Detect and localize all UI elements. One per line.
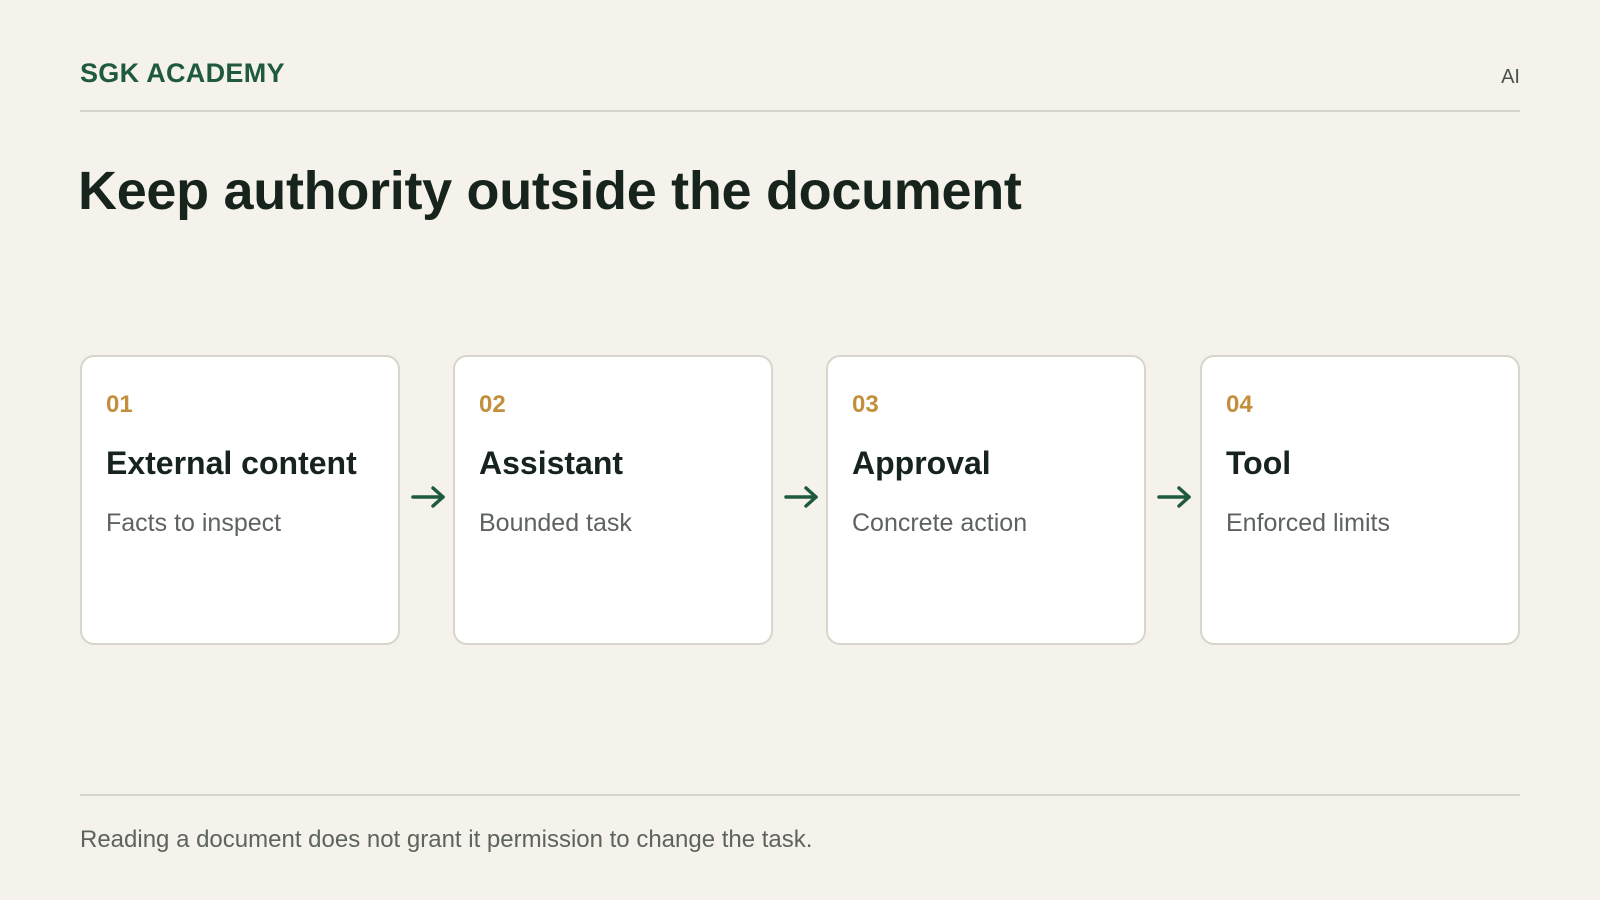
footer-note: Reading a document does not grant it per… <box>80 826 813 853</box>
step-number: 03 <box>852 391 879 418</box>
step-card-tool: 04 Tool Enforced limits <box>1200 355 1520 645</box>
arrow-right-icon <box>784 486 818 508</box>
arrow-right-icon <box>1157 486 1191 508</box>
flow-diagram: 01 External content Facts to inspect 02 … <box>80 355 1520 645</box>
step-card-approval: 03 Approval Concrete action <box>826 355 1146 645</box>
page-title: Keep authority outside the document <box>78 161 1022 221</box>
step-name: External content <box>106 445 357 481</box>
header: SGK ACADEMY AI <box>80 56 1520 112</box>
arrow-right-icon <box>411 486 445 508</box>
step-number: 01 <box>106 391 133 418</box>
brand-logo-text: SGK ACADEMY <box>80 58 285 88</box>
step-description: Concrete action <box>852 509 1028 537</box>
step-description: Bounded task <box>479 509 632 537</box>
footer-divider <box>80 794 1520 796</box>
step-number: 04 <box>1226 391 1253 418</box>
step-card-assistant: 02 Assistant Bounded task <box>453 355 773 645</box>
step-number: 02 <box>479 391 506 418</box>
step-description: Facts to inspect <box>106 509 282 537</box>
step-name: Tool <box>1226 445 1292 481</box>
step-name: Approval <box>852 445 991 481</box>
step-name: Assistant <box>479 445 624 481</box>
step-card-external-content: 01 External content Facts to inspect <box>80 355 400 645</box>
topic-label: AI <box>1501 66 1520 88</box>
step-description: Enforced limits <box>1226 509 1390 537</box>
